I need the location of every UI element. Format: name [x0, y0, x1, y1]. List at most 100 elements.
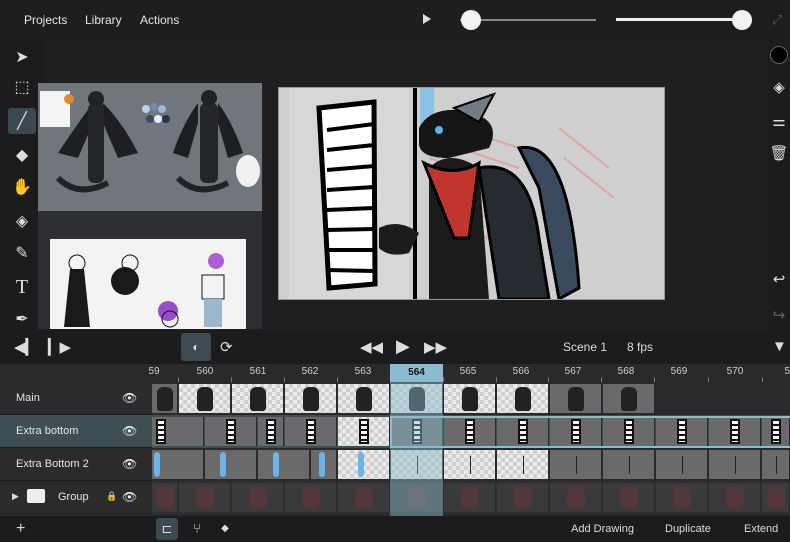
- frame-cell[interactable]: [709, 450, 761, 479]
- expand-group-icon[interactable]: ▶: [12, 491, 19, 502]
- rewind-icon[interactable]: ◀◀: [360, 338, 383, 356]
- text-tool-icon[interactable]: T: [8, 274, 36, 300]
- previous-frame-icon[interactable]: ◀▎: [14, 338, 37, 356]
- fill-bucket-icon[interactable]: ◈: [8, 208, 36, 234]
- frame-cell[interactable]: [444, 450, 496, 479]
- play-preview-icon[interactable]: [423, 14, 431, 24]
- frame-cell[interactable]: [179, 384, 231, 413]
- collapse-timeline-icon[interactable]: ▼: [772, 338, 787, 355]
- frame-cell[interactable]: [338, 417, 390, 446]
- onion-slider-knob[interactable]: [461, 10, 481, 30]
- marquee-icon[interactable]: ⬚: [8, 74, 36, 100]
- frame-cell[interactable]: [550, 483, 602, 512]
- frame-cell[interactable]: [709, 417, 761, 446]
- select-arrow-icon[interactable]: ➤: [8, 44, 36, 70]
- eye-icon[interactable]: 👁: [122, 457, 137, 471]
- add-layer-icon[interactable]: +: [16, 520, 25, 538]
- frame-cell[interactable]: [179, 483, 231, 512]
- frame-cell[interactable]: [152, 450, 204, 479]
- frame-cell[interactable]: [762, 483, 790, 512]
- frame-cell[interactable]: [550, 417, 602, 446]
- frame-cell[interactable]: [152, 384, 178, 413]
- frame-cell[interactable]: [603, 417, 655, 446]
- extend-button[interactable]: Extend: [744, 523, 778, 535]
- frame-cell[interactable]: [152, 483, 178, 512]
- frame-cell[interactable]: [603, 450, 655, 479]
- smudge-icon[interactable]: ✋: [8, 174, 36, 200]
- fast-forward-icon[interactable]: ▶▶: [424, 338, 447, 356]
- redo-icon[interactable]: ↪: [768, 306, 790, 324]
- fps-label[interactable]: 8 fps: [627, 340, 653, 354]
- drawing-canvas[interactable]: [278, 87, 665, 302]
- undo-icon[interactable]: ↩: [768, 270, 790, 288]
- frame-ruler[interactable]: 59 560 561 562 563 565 566 567 568 569 5…: [148, 364, 790, 382]
- frame-cell[interactable]: [338, 384, 390, 413]
- trash-icon[interactable]: 🗑: [768, 144, 790, 162]
- frame-cell[interactable]: [391, 450, 443, 479]
- frame-cell[interactable]: [338, 483, 390, 512]
- loop-icon[interactable]: ⟳: [220, 338, 233, 356]
- layer-row-group[interactable]: ▶ Group 🔒 👁: [0, 481, 152, 514]
- frame-cell[interactable]: [497, 450, 549, 479]
- frame-cell[interactable]: [656, 483, 708, 512]
- adjustments-icon[interactable]: ⚌: [768, 112, 790, 130]
- brush-icon[interactable]: ╱: [8, 108, 36, 134]
- frame-cell[interactable]: [205, 417, 257, 446]
- menu-library[interactable]: Library: [85, 13, 122, 27]
- reference-image-1[interactable]: [38, 83, 262, 211]
- layer-row-extra-bottom[interactable]: Extra bottom 👁: [0, 415, 152, 448]
- branch-icon[interactable]: ⑂: [186, 518, 208, 540]
- current-frame-marker[interactable]: 564: [390, 364, 443, 382]
- eye-icon[interactable]: 👁: [122, 490, 137, 504]
- pen-tool-icon[interactable]: ✒: [8, 306, 36, 332]
- eye-icon[interactable]: 👁: [122, 391, 137, 405]
- frame-cell[interactable]: [391, 483, 443, 512]
- reference-image-2[interactable]: [38, 211, 262, 329]
- frame-cell[interactable]: [497, 417, 549, 446]
- frame-cell[interactable]: [285, 384, 337, 413]
- add-drawing-button[interactable]: Add Drawing: [571, 523, 634, 535]
- opacity-slider-knob[interactable]: [732, 10, 752, 30]
- scene-label[interactable]: Scene 1: [563, 340, 607, 354]
- frame-cell[interactable]: [656, 450, 708, 479]
- layer-row-main[interactable]: Main 👁: [0, 382, 152, 415]
- frame-cell[interactable]: [338, 450, 390, 479]
- eyedropper-icon[interactable]: ✎: [8, 240, 36, 266]
- menu-projects[interactable]: Projects: [24, 13, 67, 27]
- frame-cell[interactable]: [444, 384, 496, 413]
- frame-cell[interactable]: [497, 384, 549, 413]
- frame-cell[interactable]: [391, 417, 443, 446]
- lock-icon[interactable]: 🔒: [106, 491, 117, 502]
- color-swatch[interactable]: [770, 46, 788, 64]
- opacity-slider-track[interactable]: [616, 18, 744, 21]
- frame-cell[interactable]: [391, 384, 443, 413]
- next-frame-icon[interactable]: ▎▶: [48, 338, 71, 356]
- frame-cell[interactable]: [311, 450, 337, 479]
- frame-cell[interactable]: [444, 483, 496, 512]
- magnet-icon[interactable]: ⊏: [156, 518, 178, 540]
- frame-cell[interactable]: [550, 450, 602, 479]
- frame-cell[interactable]: [285, 417, 337, 446]
- frame-cell[interactable]: [232, 483, 284, 512]
- frame-cell[interactable]: [497, 483, 549, 512]
- play-icon[interactable]: ▶: [396, 336, 410, 357]
- menu-actions[interactable]: Actions: [140, 13, 179, 27]
- onion-skin-button[interactable]: ◐: [181, 333, 211, 361]
- expand-icon[interactable]: ⤢: [772, 12, 786, 27]
- eraser-icon[interactable]: ◆: [8, 142, 36, 168]
- frame-cell[interactable]: [258, 417, 284, 446]
- frame-cell[interactable]: [709, 483, 761, 512]
- eye-icon[interactable]: 👁: [122, 424, 137, 438]
- frame-cell[interactable]: [232, 384, 284, 413]
- keyframe-icon[interactable]: ◆: [214, 518, 236, 540]
- duplicate-button[interactable]: Duplicate: [665, 523, 711, 535]
- frame-cell[interactable]: [603, 483, 655, 512]
- frame-cell[interactable]: [205, 450, 257, 479]
- frame-cell[interactable]: [603, 384, 655, 413]
- frame-cell[interactable]: [550, 384, 602, 413]
- layer-row-extra-bottom-2[interactable]: Extra Bottom 2 👁: [0, 448, 152, 481]
- frame-cell[interactable]: [258, 450, 310, 479]
- layers-icon[interactable]: ◈: [768, 78, 790, 96]
- frame-cell[interactable]: [762, 417, 790, 446]
- frame-cell[interactable]: [285, 483, 337, 512]
